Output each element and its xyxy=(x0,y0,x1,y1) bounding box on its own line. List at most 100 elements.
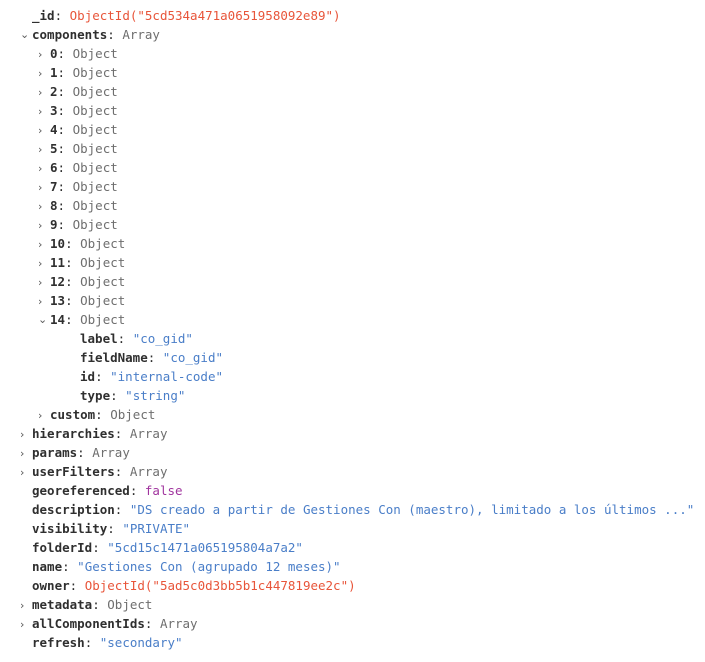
property-value: "internal-code" xyxy=(110,369,224,384)
tree-row[interactable]: › 5: Object xyxy=(0,139,705,158)
tree-row[interactable]: › params: Array xyxy=(0,443,705,462)
property-key: custom xyxy=(50,407,96,422)
chevron-right-icon[interactable]: › xyxy=(38,159,50,178)
key-value-separator: : xyxy=(57,65,66,80)
chevron-right-icon[interactable]: › xyxy=(38,121,50,140)
tree-row[interactable]: › 11: Object xyxy=(0,253,705,272)
twisty-placeholder xyxy=(20,634,32,653)
key-value-separator: : xyxy=(65,312,73,327)
chevron-right-icon[interactable]: › xyxy=(38,45,50,64)
key-value-separator: : xyxy=(57,122,66,137)
chevron-right-icon[interactable]: › xyxy=(38,140,50,159)
twisty-placeholder xyxy=(68,368,80,387)
property-value: "co_gid" xyxy=(162,350,224,365)
chevron-right-icon[interactable]: › xyxy=(38,102,50,121)
chevron-right-icon[interactable]: › xyxy=(38,83,50,102)
property-value: Object xyxy=(72,198,118,213)
tree-row[interactable]: label: "co_gid" xyxy=(0,329,705,348)
tree-row[interactable]: type: "string" xyxy=(0,386,705,405)
tree-row[interactable]: visibility: "PRIVATE" xyxy=(0,519,705,538)
chevron-right-icon[interactable]: › xyxy=(20,596,32,615)
tree-row[interactable]: › 0: Object xyxy=(0,44,705,63)
key-value-separator: : xyxy=(62,559,70,574)
tree-row[interactable]: › hierarchies: Array xyxy=(0,424,705,443)
tree-row[interactable]: › allComponentIds: Array xyxy=(0,614,705,633)
property-key: 4 xyxy=(50,122,58,137)
chevron-down-icon[interactable]: ⌄ xyxy=(38,310,50,329)
key-value-separator: : xyxy=(144,616,153,631)
key-value-separator: : xyxy=(65,255,73,270)
chevron-down-icon[interactable]: ⌄ xyxy=(20,25,32,44)
twisty-placeholder xyxy=(20,520,32,539)
property-key: metadata xyxy=(32,597,93,612)
property-key: 8 xyxy=(50,198,58,213)
tree-row[interactable]: › 9: Object xyxy=(0,215,705,234)
tree-row[interactable]: › 2: Object xyxy=(0,82,705,101)
property-key: 11 xyxy=(50,255,66,270)
tree-row[interactable]: georeferenced: false xyxy=(0,481,705,500)
tree-row[interactable]: › 4: Object xyxy=(0,120,705,139)
tree-row[interactable]: description: "DS creado a partir de Gest… xyxy=(0,500,705,519)
tree-row[interactable]: › 12: Object xyxy=(0,272,705,291)
property-key: visibility xyxy=(32,521,108,536)
tree-row[interactable]: › 1: Object xyxy=(0,63,705,82)
property-key: hierarchies xyxy=(32,426,115,441)
property-value: "Gestiones Con (agrupado 12 meses)" xyxy=(77,559,341,574)
twisty-placeholder xyxy=(20,7,32,26)
key-value-separator: : xyxy=(54,8,63,23)
chevron-right-icon[interactable]: › xyxy=(38,216,50,235)
tree-row[interactable]: › 13: Object xyxy=(0,291,705,310)
tree-row[interactable]: › metadata: Object xyxy=(0,595,705,614)
tree-row[interactable]: › 3: Object xyxy=(0,101,705,120)
key-value-separator: : xyxy=(57,179,66,194)
chevron-right-icon[interactable]: › xyxy=(20,463,32,482)
property-value: Object xyxy=(72,160,118,175)
tree-row[interactable]: › 8: Object xyxy=(0,196,705,215)
chevron-right-icon[interactable]: › xyxy=(38,254,50,273)
tree-row[interactable]: › custom: Object xyxy=(0,405,705,424)
chevron-right-icon[interactable]: › xyxy=(38,406,50,425)
tree-row[interactable]: folderId: "5cd15c1471a065195804a7a2" xyxy=(0,538,705,557)
tree-row[interactable]: › 7: Object xyxy=(0,177,705,196)
chevron-right-icon[interactable]: › xyxy=(38,178,50,197)
twisty-placeholder xyxy=(20,577,32,596)
chevron-right-icon[interactable]: › xyxy=(38,273,50,292)
property-value: Object xyxy=(72,217,118,232)
tree-row[interactable]: ⌄ components: Array xyxy=(0,25,705,44)
tree-row[interactable]: name: "Gestiones Con (agrupado 12 meses)… xyxy=(0,557,705,576)
tree-row[interactable]: owner: ObjectId("5ad5c0d3bb5b1c447819ee2… xyxy=(0,576,705,595)
property-key: 12 xyxy=(50,274,66,289)
chevron-right-icon[interactable]: › xyxy=(38,235,50,254)
chevron-right-icon[interactable]: › xyxy=(20,444,32,463)
property-value: Object xyxy=(72,141,118,156)
chevron-right-icon[interactable]: › xyxy=(20,615,32,634)
property-key: 14 xyxy=(50,312,66,327)
key-value-separator: : xyxy=(117,331,126,346)
tree-row[interactable]: › 10: Object xyxy=(0,234,705,253)
tree-row[interactable]: fieldName: "co_gid" xyxy=(0,348,705,367)
chevron-right-icon[interactable]: › xyxy=(38,197,50,216)
tree-row[interactable]: id: "internal-code" xyxy=(0,367,705,386)
twisty-placeholder xyxy=(20,482,32,501)
chevron-right-icon[interactable]: › xyxy=(38,292,50,311)
tree-row[interactable]: › userFilters: Array xyxy=(0,462,705,481)
chevron-right-icon[interactable]: › xyxy=(38,64,50,83)
chevron-right-icon[interactable]: › xyxy=(20,425,32,444)
property-value: Object xyxy=(110,407,156,422)
tree-row[interactable]: _id: ObjectId("5cd534a471a0651958092e89"… xyxy=(0,6,705,25)
property-value: "5cd15c1471a065195804a7a2" xyxy=(107,540,303,555)
tree-row[interactable]: refresh: "secondary" xyxy=(0,633,705,652)
tree-row[interactable]: ⌄ 14: Object xyxy=(0,310,705,329)
tree-row[interactable]: › 6: Object xyxy=(0,158,705,177)
property-value: "PRIVATE" xyxy=(122,521,191,536)
